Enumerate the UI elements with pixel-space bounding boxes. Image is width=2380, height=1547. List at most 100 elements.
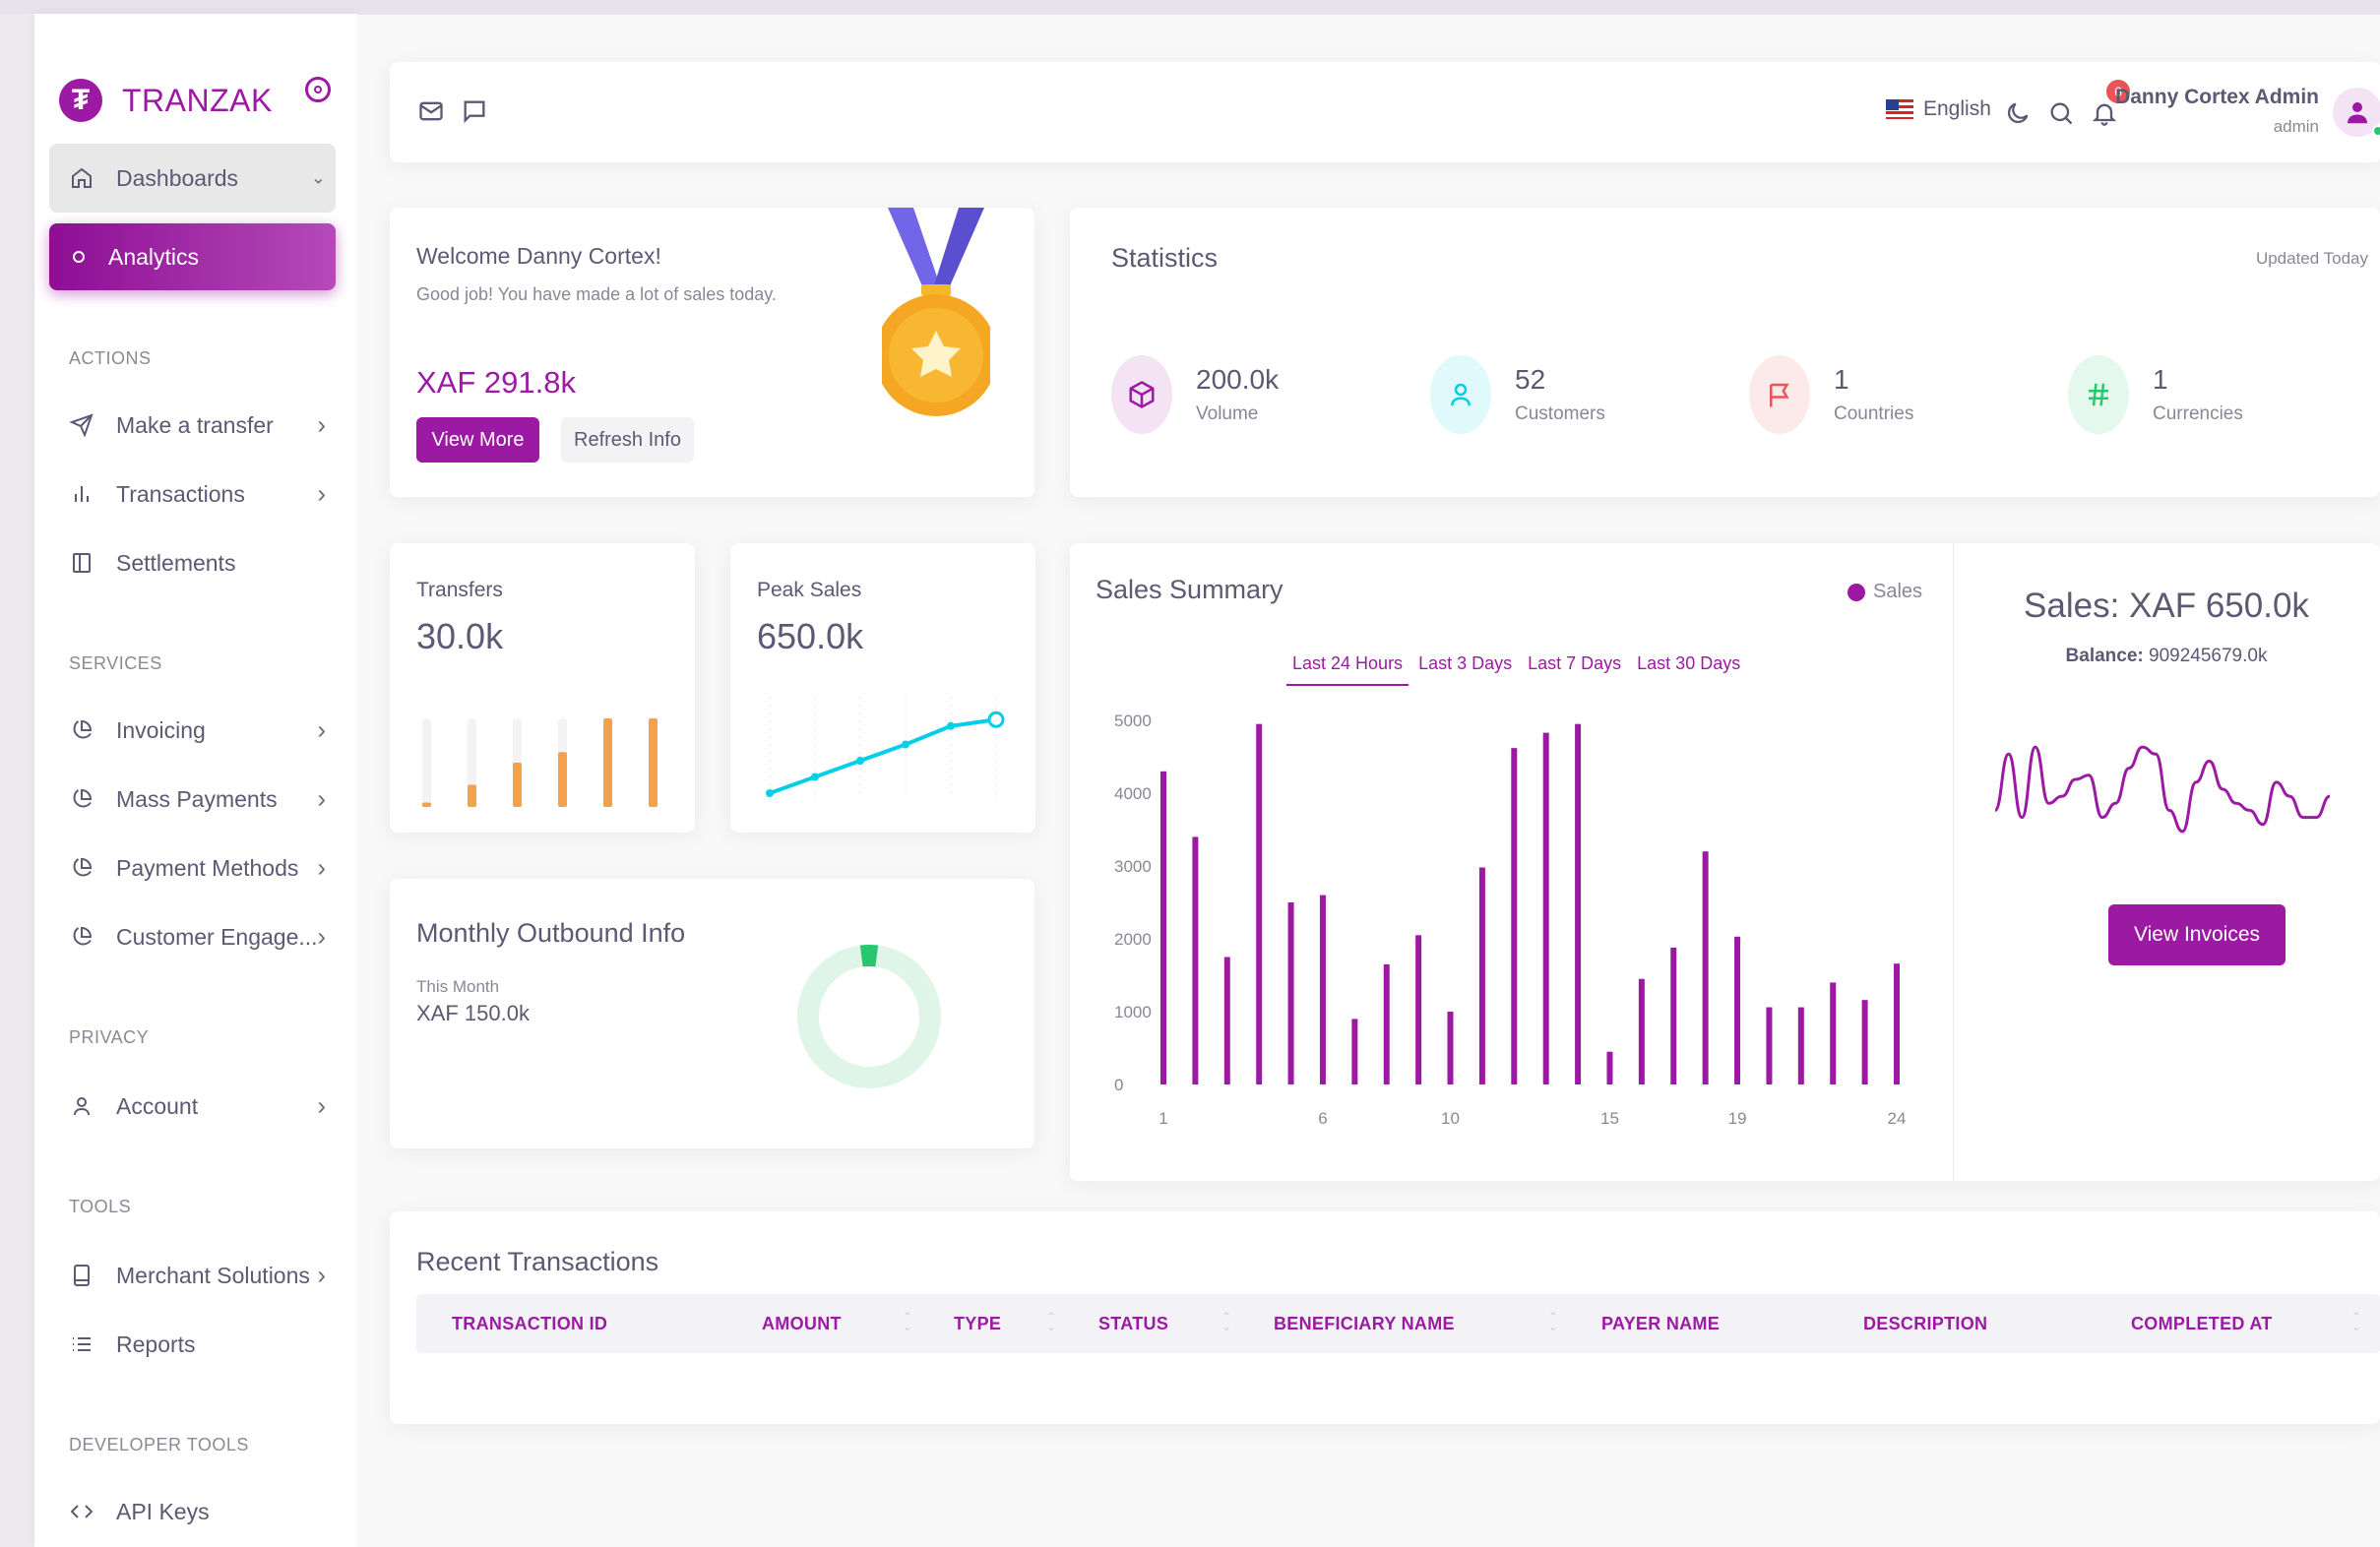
sidebar-item-customer-engage[interactable]: Customer Engage... › (49, 909, 336, 964)
stat-value: 1 (2153, 364, 2168, 395)
chevron-right-icon: › (317, 852, 326, 883)
bar-chart-icon (69, 481, 94, 507)
chevron-right-icon: › (317, 478, 326, 509)
stat-label: Volume (1196, 403, 1259, 424)
moon-icon[interactable] (2004, 99, 2032, 132)
brand-name: TRANZAK (122, 82, 273, 118)
user-name[interactable]: Danny Cortex Admin (2115, 86, 2319, 109)
sales-bar (1542, 732, 1549, 1084)
sidebar-item-label: Analytics (108, 243, 200, 270)
sidebar-item-reports[interactable]: Reports (49, 1317, 336, 1372)
peak-sales-line-chart (766, 696, 1005, 799)
bell-icon[interactable] (2091, 99, 2118, 132)
sidebar-item-api-keys[interactable]: API Keys (49, 1484, 336, 1539)
monthly-donut-chart (797, 945, 941, 1088)
peak-point (811, 773, 819, 781)
peak-point (902, 740, 909, 749)
sort-icon[interactable]: ⌃ ⌄ (2351, 1311, 2361, 1332)
transfer-bar (558, 752, 567, 807)
column-amount[interactable]: AMOUNT (762, 1294, 842, 1353)
sidebar-item-mass-payments[interactable]: Mass Payments › (49, 772, 336, 827)
sales-divider (1953, 543, 1954, 1181)
chevron-right-icon: › (317, 1090, 326, 1121)
tab-last-30-days[interactable]: Last 30 Days (1631, 653, 1746, 686)
tab-last-3-days[interactable]: Last 3 Days (1412, 653, 1518, 686)
welcome-amount: XAF 291.8k (416, 365, 576, 400)
transfer-bar (468, 784, 476, 807)
sort-icon[interactable]: ⌃ ⌄ (903, 1311, 912, 1332)
stat-value: 52 (1515, 364, 1546, 395)
sidebar-item-merchant-solutions[interactable]: Merchant Solutions › (49, 1248, 336, 1303)
sales-bar (1734, 936, 1741, 1084)
user-icon (69, 1093, 94, 1119)
y-tick-label: 0 (1114, 1076, 1123, 1094)
column-completed-at[interactable]: COMPLETED AT (2131, 1294, 2273, 1353)
peak-sales-label: Peak Sales (757, 579, 862, 601)
peak-point (766, 789, 774, 797)
stat-value: 1 (1834, 364, 1849, 395)
sidebar-item-dashboards[interactable]: Dashboards ⌄ (49, 144, 336, 213)
tab-last-24-hours[interactable]: Last 24 Hours (1286, 653, 1409, 686)
welcome-title: Welcome Danny Cortex! (416, 243, 661, 269)
monthly-title: Monthly Outbound Info (416, 918, 686, 948)
chevron-right-icon: › (317, 714, 326, 745)
sidebar-collapse-toggle-icon[interactable] (305, 77, 331, 102)
avatar[interactable] (2333, 88, 2380, 137)
sales-bar (1351, 1019, 1358, 1084)
mail-icon[interactable] (417, 97, 445, 130)
peak-point (987, 711, 1005, 728)
view-more-button[interactable]: View More (416, 417, 539, 463)
monthly-period: This Month (416, 977, 500, 996)
sidebar-item-analytics[interactable]: Analytics (49, 223, 336, 290)
medal-icon (875, 208, 997, 424)
sidebar-item-payment-methods[interactable]: Payment Methods › (49, 840, 336, 896)
pie-chart-icon (69, 924, 94, 950)
pie-chart-icon (69, 717, 94, 743)
circle-icon (73, 251, 85, 263)
sidebar-item-label: Dashboards (116, 164, 239, 191)
sales-bar (1287, 902, 1294, 1084)
peak-line-series (769, 717, 997, 795)
tablet-icon (69, 1263, 94, 1288)
chevron-right-icon: › (317, 409, 326, 440)
sales-summary-card: Sales Summary Sales Last 24 Hours Last 3… (1070, 543, 2380, 1181)
sidebar-item-account[interactable]: Account › (49, 1079, 336, 1134)
chevron-right-icon: › (317, 783, 326, 814)
sidebar-item-settlements[interactable]: Settlements (49, 535, 336, 590)
brand-logo: ₮ (59, 79, 102, 122)
transfers-label: Transfers (416, 579, 503, 601)
column-status[interactable]: STATUS (1098, 1294, 1168, 1353)
recent-transactions-card: Recent Transactions TRANSACTION ID AMOUN… (390, 1211, 2380, 1424)
welcome-card: Welcome Danny Cortex! Good job! You have… (390, 208, 1034, 497)
column-transaction-id[interactable]: TRANSACTION ID (452, 1294, 607, 1353)
sidebar-item-transactions[interactable]: Transactions › (49, 466, 336, 522)
tab-last-7-days[interactable]: Last 7 Days (1522, 653, 1627, 686)
column-beneficiary-name[interactable]: BENEFICIARY NAME (1274, 1294, 1455, 1353)
sidebar-item-make-transfer[interactable]: Make a transfer › (49, 398, 336, 453)
sidebar-item-label: Make a transfer (116, 411, 274, 438)
language-selector[interactable]: English (1886, 97, 1991, 121)
section-title-tools: TOOLS (69, 1197, 132, 1216)
y-tick-label: 1000 (1114, 1003, 1152, 1021)
refresh-info-button[interactable]: Refresh Info (561, 417, 694, 463)
brand[interactable]: ₮ TRANZAK (59, 79, 273, 122)
sales-total: Sales: XAF 650.0k (2024, 587, 2309, 625)
sort-icon[interactable]: ⌃ ⌄ (1221, 1311, 1231, 1332)
chevron-right-icon: › (317, 1260, 326, 1290)
stat-countries: 1 Countries (1749, 355, 1913, 434)
column-payer-name[interactable]: PAYER NAME (1601, 1294, 1720, 1353)
search-icon[interactable] (2047, 99, 2075, 132)
stat-label: Currencies (2153, 403, 2243, 424)
donut-track (797, 945, 941, 1088)
column-type[interactable]: TYPE (954, 1294, 1001, 1353)
sidebar-item-invoicing[interactable]: Invoicing › (49, 703, 336, 758)
view-invoices-button[interactable]: View Invoices (2108, 904, 2286, 965)
sales-bar (1511, 748, 1518, 1084)
flag-icon (1749, 355, 1810, 434)
sort-icon[interactable]: ⌃ ⌄ (1046, 1311, 1056, 1332)
y-tick-label: 4000 (1114, 784, 1152, 803)
sort-icon[interactable]: ⌃ ⌄ (1548, 1311, 1558, 1332)
chat-icon[interactable] (461, 97, 488, 130)
column-description[interactable]: DESCRIPTION (1863, 1294, 1987, 1353)
balance-value: 909245679.0k (2149, 646, 2268, 666)
